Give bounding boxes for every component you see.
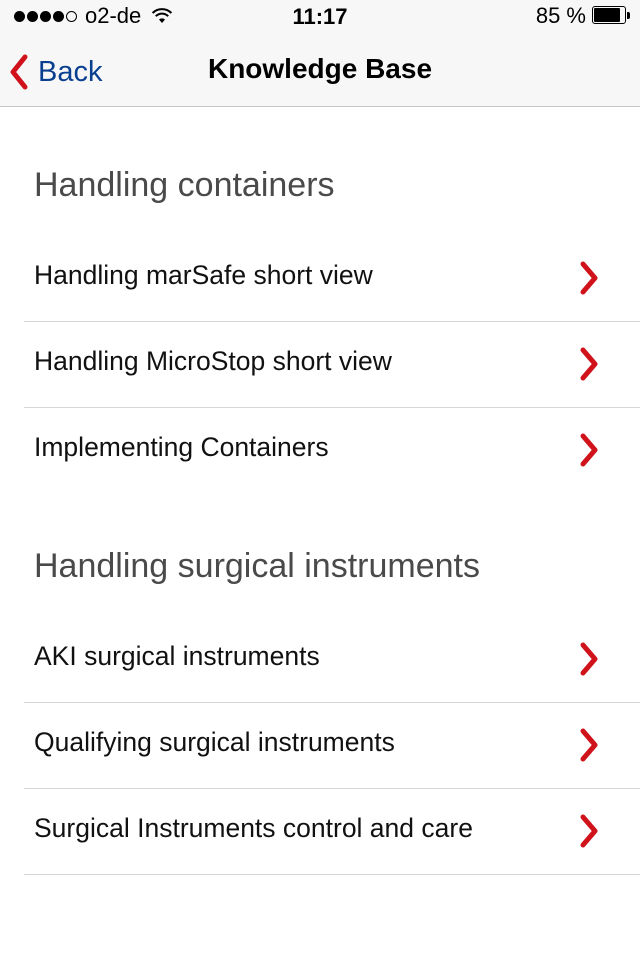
chevron-right-icon: [580, 728, 598, 762]
list-item[interactable]: AKI surgical instruments: [24, 617, 640, 703]
section-list-surgical-instruments: AKI surgical instruments Qualifying surg…: [24, 617, 640, 875]
navigation-bar: Back Knowledge Base: [0, 40, 640, 107]
list-item[interactable]: Handling marSafe short view: [24, 236, 640, 322]
chevron-right-icon: [580, 261, 598, 295]
chevron-right-icon: [580, 814, 598, 848]
status-bar: o2-de 11:17 85 %: [0, 0, 640, 40]
section-list-containers: Handling marSafe short view Handling Mic…: [24, 236, 640, 493]
list-item[interactable]: Qualifying surgical instruments: [24, 703, 640, 789]
section-header-containers: Handling containers: [34, 166, 335, 204]
chevron-right-icon: [580, 347, 598, 381]
knowledge-base-list: Handling containers Handling marSafe sho…: [0, 107, 640, 875]
section-header-surgical-instruments: Handling surgical instruments: [34, 547, 480, 585]
battery-icon: [592, 6, 632, 26]
list-item-label: Surgical Instruments control and care: [34, 813, 473, 843]
chevron-right-icon: [580, 642, 598, 676]
list-item[interactable]: Surgical Instruments control and care: [24, 789, 640, 875]
list-item-label: Handling MicroStop short view: [34, 346, 392, 376]
list-item[interactable]: Implementing Containers: [24, 408, 640, 493]
page-title: Knowledge Base: [207, 53, 433, 84]
list-item[interactable]: Handling MicroStop short view: [24, 322, 640, 408]
battery-percent: 85 %: [535, 3, 586, 28]
status-right: 85 %: [535, 3, 632, 28]
list-item-label: Implementing Containers: [34, 432, 329, 462]
list-item-label: Qualifying surgical instruments: [34, 727, 395, 757]
list-item-label: Handling marSafe short view: [34, 260, 373, 290]
list-item-label: AKI surgical instruments: [34, 641, 320, 671]
chevron-right-icon: [580, 433, 598, 467]
